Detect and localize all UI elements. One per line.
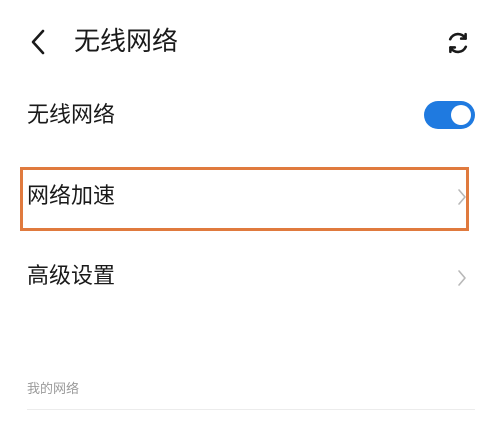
refresh-button[interactable]	[443, 28, 473, 58]
wifi-toggle[interactable]	[424, 101, 475, 129]
refresh-icon	[448, 32, 468, 54]
advanced-settings-label: 高级设置	[27, 264, 116, 289]
back-button[interactable]	[24, 26, 52, 58]
page-title: 无线网络	[74, 27, 179, 57]
chevron-left-icon	[31, 29, 45, 55]
divider	[27, 409, 475, 410]
my-networks-section-header: 我的网络	[27, 382, 80, 397]
wifi-label: 无线网络	[27, 103, 116, 128]
highlight-frame	[20, 167, 469, 231]
toggle-knob	[451, 105, 471, 125]
advanced-settings-row[interactable]: 高级设置	[0, 246, 500, 310]
chevron-right-icon	[458, 270, 466, 286]
app-header: 无线网络	[0, 0, 500, 86]
